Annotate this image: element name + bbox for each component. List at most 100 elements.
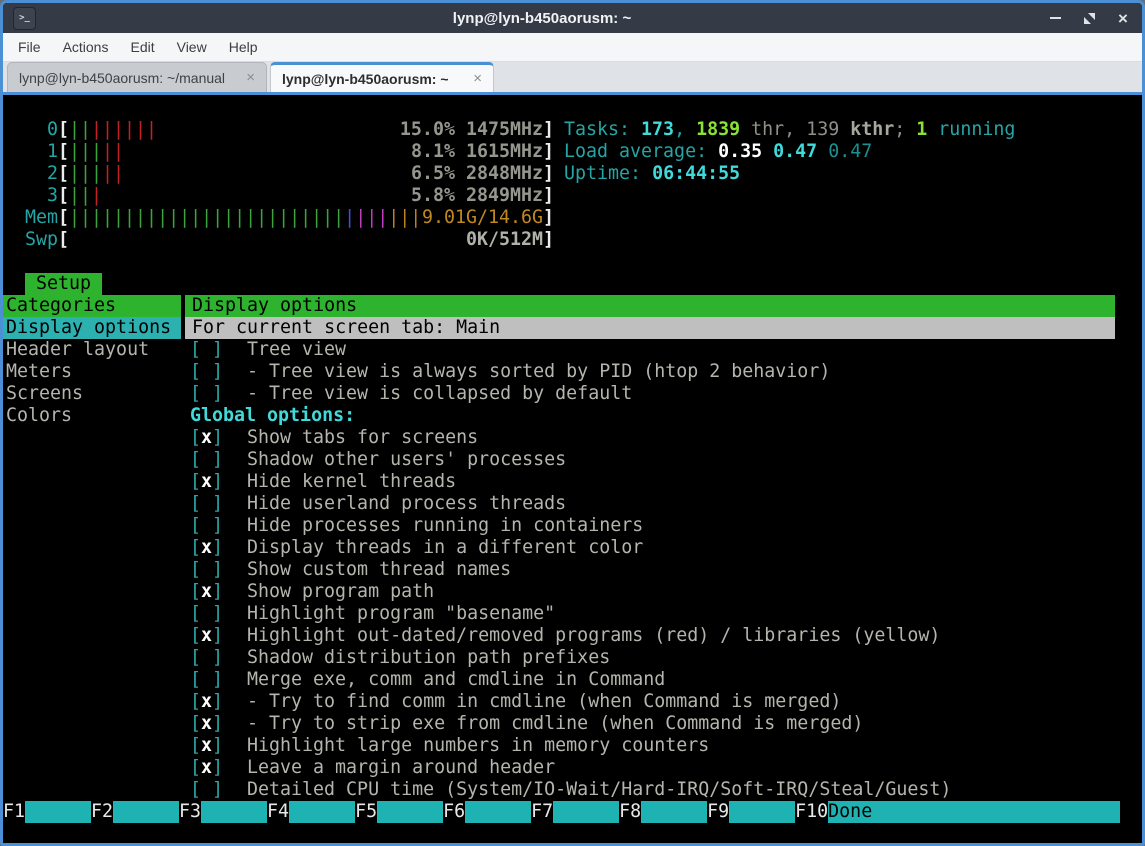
- fkey-f7-action[interactable]: [553, 801, 619, 823]
- option-row-hide-processes-running-in-containers[interactable]: [ ]Hide processes running in containers: [185, 515, 1115, 537]
- option-row-show-tabs-for-screens[interactable]: [x]Show tabs for screens: [185, 427, 1115, 449]
- checkbox[interactable]: [ ]: [190, 383, 223, 405]
- category-header-layout[interactable]: Header layout: [3, 339, 181, 361]
- checkbox[interactable]: [ ]: [190, 493, 223, 515]
- terminal-app-icon: >_: [13, 7, 36, 30]
- meter-value: 0K/512M: [466, 229, 543, 251]
- category-display-options[interactable]: Display options: [3, 317, 181, 339]
- option-row-hide-kernel-threads[interactable]: [x]Hide kernel threads: [185, 471, 1115, 493]
- fkey-f2[interactable]: F2: [91, 801, 113, 823]
- fkey-f8-action[interactable]: [641, 801, 707, 823]
- menu-item-help[interactable]: Help: [218, 39, 269, 55]
- category-colors[interactable]: Colors: [3, 405, 181, 427]
- meter-bar-segment: ||: [102, 141, 124, 162]
- setup-tab-label: Setup: [25, 273, 102, 295]
- option-label: Shadow distribution path prefixes: [247, 647, 610, 669]
- fkey-f1-action[interactable]: [25, 801, 91, 823]
- checkbox[interactable]: [ ]: [190, 779, 223, 801]
- option-row-highlight-large-numbers-in-memory-counters[interactable]: [x]Highlight large numbers in memory cou…: [185, 735, 1115, 757]
- fkey-f8[interactable]: F8: [619, 801, 641, 823]
- meter-mem: Mem[||||||||||||||||||||||||||||||||9.01…: [25, 207, 554, 229]
- fkey-f9-action[interactable]: [729, 801, 795, 823]
- option-row-shadow-other-users-processes[interactable]: [ ]Shadow other users' processes: [185, 449, 1115, 471]
- meter-bar: ||||||||15.0% 1475MHz: [69, 119, 543, 141]
- option-row-try-to-find-comm-in-cmdline-when-command-is-merged[interactable]: [x]- Try to find comm in cmdline (when C…: [185, 691, 1115, 713]
- info-load: Load average: 0.35 0.47 0.47: [564, 141, 872, 163]
- meter-bar-segment: ||: [69, 119, 91, 140]
- fkey-f9[interactable]: F9: [707, 801, 729, 823]
- meter-cpu0: 0[||||||||15.0% 1475MHz]: [25, 119, 554, 141]
- tab-close-icon[interactable]: ×: [246, 69, 255, 86]
- fkey-f3-action[interactable]: [201, 801, 267, 823]
- option-row-shadow-distribution-path-prefixes[interactable]: [ ] Shadow distribution path prefixes: [185, 647, 1115, 669]
- checkbox-mark: x: [201, 735, 212, 756]
- fkey-f4-action[interactable]: [289, 801, 355, 823]
- close-icon: ×: [1118, 10, 1128, 27]
- checkbox[interactable]: [x]: [190, 537, 223, 559]
- fkey-f5[interactable]: F5: [355, 801, 377, 823]
- close-button[interactable]: ×: [1116, 11, 1130, 25]
- checkbox[interactable]: [x]: [190, 471, 223, 493]
- categories-header: Categories: [3, 295, 181, 317]
- menu-item-view[interactable]: View: [166, 39, 218, 55]
- option-row-highlight-out-dated-removed-programs-red-libraries-yellow[interactable]: [x]Highlight out-dated/removed programs …: [185, 625, 1115, 647]
- window-title: lynp@lyn-b450aorusm: ~: [36, 10, 1048, 27]
- option-row-highlight-program-basename[interactable]: [ ]Highlight program "basename": [185, 603, 1115, 625]
- menu-item-actions[interactable]: Actions: [52, 39, 120, 55]
- fkey-f6-action[interactable]: [465, 801, 531, 823]
- fkey-f6[interactable]: F6: [443, 801, 465, 823]
- options-section-header: Global options:: [185, 405, 1115, 427]
- category-screens[interactable]: Screens: [3, 383, 181, 405]
- category-meters[interactable]: Meters: [3, 361, 181, 383]
- fkey-f3[interactable]: F3: [179, 801, 201, 823]
- checkbox[interactable]: [x]: [190, 713, 223, 735]
- terminal-tab-2[interactable]: lynp@lyn-b450aorusm: ~×: [270, 62, 494, 92]
- option-row-merge-exe-comm-and-cmdline-in-command[interactable]: [ ]Merge exe, comm and cmdline in Comman…: [185, 669, 1115, 691]
- checkbox-mark: x: [201, 471, 212, 492]
- option-label: Show program path: [247, 581, 434, 603]
- checkbox-mark: [201, 779, 212, 800]
- menu-item-file[interactable]: File: [7, 39, 52, 55]
- menu-item-edit[interactable]: Edit: [119, 39, 165, 55]
- checkbox[interactable]: [x]: [190, 625, 223, 647]
- meter-bar-segment: |||||||||||||||||||||||||: [69, 207, 344, 228]
- checkbox[interactable]: [ ]: [190, 449, 223, 471]
- fkey-f1[interactable]: F1: [3, 801, 25, 823]
- option-row-show-program-path[interactable]: [x] Show program path: [185, 581, 1115, 603]
- checkbox-mark: [201, 339, 212, 360]
- checkbox[interactable]: [ ]: [190, 361, 223, 383]
- option-row-hide-userland-process-threads[interactable]: [ ]Hide userland process threads: [185, 493, 1115, 515]
- checkbox[interactable]: [ ]: [190, 669, 223, 691]
- option-row-try-to-strip-exe-from-cmdline-when-command-is-merged[interactable]: [x]- Try to strip exe from cmdline (when…: [185, 713, 1115, 735]
- fkey-f2-action[interactable]: [113, 801, 179, 823]
- option-row-display-threads-in-a-different-color[interactable]: [x]Display threads in a different color: [185, 537, 1115, 559]
- checkbox[interactable]: [ ]: [190, 647, 223, 669]
- checkbox[interactable]: [x]: [190, 757, 223, 779]
- checkbox[interactable]: [ ]: [190, 339, 223, 361]
- checkbox[interactable]: [ ]: [190, 603, 223, 625]
- meter-label: 1: [25, 141, 58, 163]
- checkbox[interactable]: [x]: [190, 691, 223, 713]
- option-row-tree-view[interactable]: [ ]Tree view: [185, 339, 1115, 361]
- checkbox[interactable]: [ ]: [190, 559, 223, 581]
- fkey-f7[interactable]: F7: [531, 801, 553, 823]
- fkey-f4[interactable]: F4: [267, 801, 289, 823]
- option-row-tree-view-is-always-sorted-by-pid-htop-2-behavior[interactable]: [ ]- Tree view is always sorted by PID (…: [185, 361, 1115, 383]
- window-titlebar[interactable]: >_ lynp@lyn-b450aorusm: ~ ×: [3, 3, 1142, 33]
- option-row-tree-view-is-collapsed-by-default[interactable]: [ ]- Tree view is collapsed by default: [185, 383, 1115, 405]
- fkey-f5-action[interactable]: [377, 801, 443, 823]
- minimize-button[interactable]: [1048, 11, 1062, 25]
- option-row-leave-a-margin-around-header[interactable]: [x]Leave a margin around header: [185, 757, 1115, 779]
- checkbox[interactable]: [x]: [190, 427, 223, 449]
- fkey-f10-action[interactable]: Done: [828, 801, 1120, 823]
- option-row-detailed-cpu-time-system-io-wait-hard-irq-soft-irq-steal-guest[interactable]: [ ]Detailed CPU time (System/IO-Wait/Har…: [185, 779, 1115, 801]
- checkbox[interactable]: [x]: [190, 581, 223, 603]
- terminal-tab-1[interactable]: lynp@lyn-b450aorusm: ~/manual×: [7, 62, 267, 92]
- fkey-f10[interactable]: F10: [795, 801, 828, 823]
- option-row-show-custom-thread-names[interactable]: [ ]Show custom thread names: [185, 559, 1115, 581]
- terminal-screen[interactable]: 0[||||||||15.0% 1475MHz]1[|||||8.1% 1615…: [3, 95, 1142, 843]
- restore-button[interactable]: [1082, 11, 1096, 25]
- tab-close-icon[interactable]: ×: [473, 70, 482, 87]
- checkbox[interactable]: [ ]: [190, 515, 223, 537]
- checkbox[interactable]: [x]: [190, 735, 223, 757]
